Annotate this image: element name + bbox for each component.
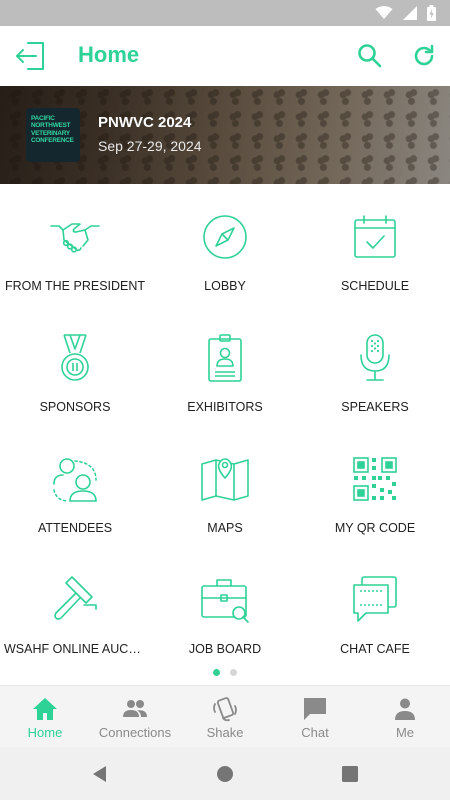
app-bar: Home (0, 26, 450, 86)
badge-icon (208, 334, 242, 382)
wifi-icon (375, 6, 393, 19)
search-icon[interactable] (356, 42, 384, 70)
home-circle-icon[interactable] (215, 764, 235, 784)
handshake-icon (50, 223, 100, 253)
tile-wsahf-online-auction[interactable]: WSAHF ONLINE AUCTI... (0, 547, 150, 667)
tile-label: MY QR CODE (334, 521, 416, 535)
back-triangle-icon[interactable] (90, 764, 110, 784)
tile-label: CHAT CAFE (340, 642, 410, 656)
chat-bubbles-icon (353, 576, 397, 622)
recents-square-icon[interactable] (340, 764, 360, 784)
tile-from-the-president[interactable]: FROM THE PRESIDENT (0, 184, 150, 304)
connections-icon (123, 700, 147, 717)
event-dates: Sep 27-29, 2024 (98, 138, 202, 154)
person-icon (395, 698, 415, 720)
tile-label: EXHIBITORS (187, 400, 263, 414)
people-icon (53, 458, 97, 502)
tile-label: ATTENDEES (37, 521, 113, 535)
gavel-icon (54, 576, 97, 620)
event-banner[interactable]: PACIFIC NORTHWEST VETERINARY CONFERENCE … (0, 86, 450, 184)
nav-shake[interactable]: Shake (180, 686, 270, 747)
nav-label: Shake (206, 725, 244, 740)
tile-maps[interactable]: MAPS (150, 426, 300, 546)
tile-sponsors[interactable]: SPONSORS (0, 305, 150, 425)
event-name: PNWVC 2024 (98, 114, 192, 131)
tile-chat-cafe[interactable]: CHAT CAFE (300, 547, 450, 667)
nav-label: Chat (301, 725, 329, 740)
nav-home[interactable]: Home (0, 686, 90, 747)
tile-label: JOB BOARD (188, 642, 262, 656)
tile-attendees[interactable]: ATTENDEES (0, 426, 150, 546)
chat-icon (304, 698, 326, 720)
home-icon (33, 698, 57, 720)
page-dot-1[interactable] (213, 669, 220, 676)
bottom-nav: Home Connections Shake Chat Me (0, 685, 450, 747)
nav-label: Me (395, 725, 415, 740)
nav-me[interactable]: Me (360, 686, 450, 747)
tile-label: SPEAKERS (341, 400, 409, 414)
nav-connections[interactable]: Connections (90, 686, 180, 747)
shake-phone-icon (213, 697, 237, 722)
tile-job-board[interactable]: JOB BOARD (150, 547, 300, 667)
tile-label: SCHEDULE (340, 279, 410, 293)
nav-chat[interactable]: Chat (270, 686, 360, 747)
tile-lobby[interactable]: LOBBY (150, 184, 300, 304)
page-dot-2[interactable] (230, 669, 237, 676)
map-pin-icon (201, 458, 249, 501)
nav-label: Home (27, 725, 63, 740)
nav-label: Connections (98, 725, 172, 740)
tile-exhibitors[interactable]: EXHIBITORS (150, 305, 300, 425)
tile-my-qr-code[interactable]: MY QR CODE (300, 426, 450, 546)
refresh-icon[interactable] (410, 42, 438, 70)
signal-icon (403, 6, 417, 20)
conference-logo: PACIFIC NORTHWEST VETERINARY CONFERENCE (26, 108, 80, 162)
tile-label: FROM THE PRESIDENT (4, 279, 146, 293)
logout-icon[interactable] (14, 40, 48, 72)
compass-icon (203, 215, 247, 259)
status-bar (0, 0, 450, 26)
page-indicator (0, 669, 450, 676)
system-nav-bar (0, 747, 450, 800)
tile-label: SPONSORS (39, 400, 111, 414)
tile-speakers[interactable]: SPEAKERS (300, 305, 450, 425)
battery-icon (427, 5, 436, 21)
briefcase-search-icon (201, 579, 249, 623)
page-title: Home (78, 42, 140, 67)
tile-label: WSAHF ONLINE AUCTI... (4, 642, 150, 656)
medal-icon (61, 334, 89, 381)
microphone-icon (360, 334, 390, 381)
tile-label: LOBBY (204, 279, 246, 293)
calendar-check-icon (354, 215, 396, 258)
tile-schedule[interactable]: SCHEDULE (300, 184, 450, 304)
tile-label: MAPS (207, 521, 243, 535)
menu-grid: FROM THE PRESIDENT LOBBY SCHEDULE SPONSO… (0, 184, 450, 664)
qr-code-icon (353, 457, 397, 501)
